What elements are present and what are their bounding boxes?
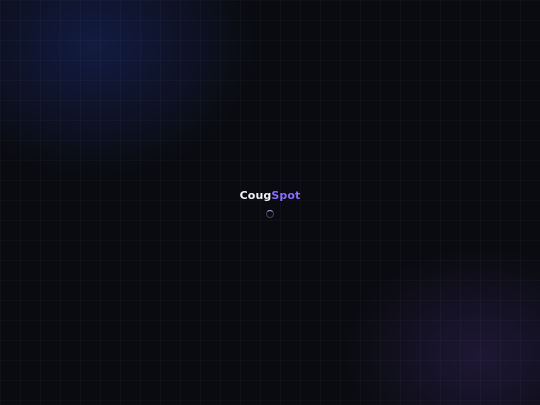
spinner-icon	[266, 210, 274, 218]
brand-name-accent: Spot	[271, 189, 301, 202]
brand-name-primary: Coug	[239, 189, 272, 202]
loading-container: CougSpot	[0, 189, 540, 218]
loading-screen: CougSpot	[0, 0, 540, 405]
brand-logo: CougSpot	[240, 189, 301, 202]
